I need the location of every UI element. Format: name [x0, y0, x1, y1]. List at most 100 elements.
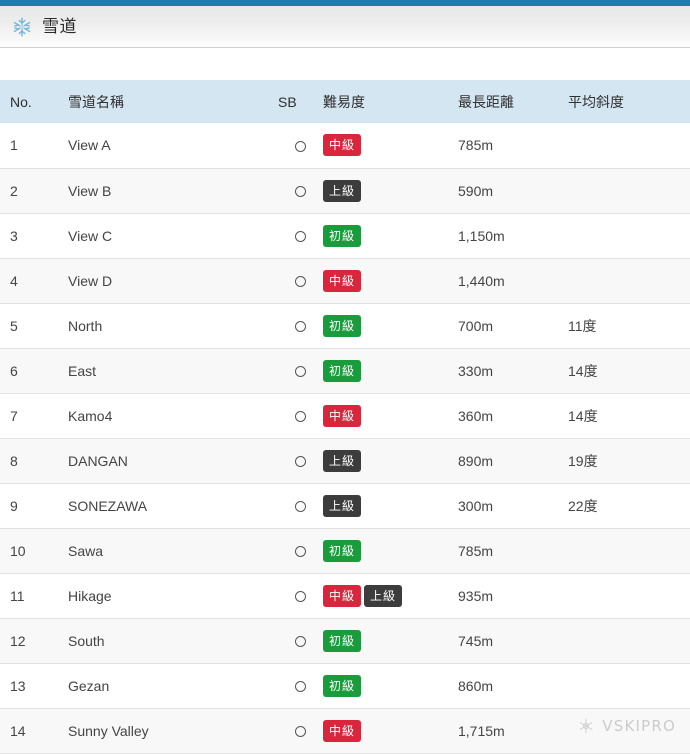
column-header-name: 雪道名稱 [68, 80, 278, 123]
column-header-slope: 平均斜度 [568, 80, 690, 123]
cell-no: 12 [0, 618, 68, 664]
table-row[interactable]: 3 View C 初級 1,150m [0, 213, 690, 259]
cell-average-slope: 14度 [568, 348, 690, 394]
difficulty-badge-group: 初級 [323, 314, 458, 337]
cell-run-name: East [68, 348, 278, 394]
cell-no: 7 [0, 393, 68, 439]
cell-average-slope [568, 123, 690, 169]
cell-max-distance: 700m [458, 303, 568, 349]
table-body: 1 View A 中級 785m 2 View B 上級 590m 3 View C 初級 1,150… [0, 123, 690, 754]
table-row[interactable]: 12 South 初級 745m [0, 618, 690, 664]
cell-run-name: Sawa [68, 528, 278, 574]
cell-max-distance: 1,715m [458, 708, 568, 754]
cell-sb [278, 573, 323, 619]
cell-max-distance: 330m [458, 348, 568, 394]
cell-no: 8 [0, 438, 68, 484]
table-header-row: No. 雪道名稱 SB 難易度 最長距離 平均斜度 [0, 80, 690, 123]
difficulty-badge-group: 初級 [323, 224, 458, 247]
cell-sb [278, 663, 323, 709]
cell-average-slope [568, 258, 690, 304]
circle-icon [295, 141, 306, 153]
cell-run-name: View D [68, 258, 278, 304]
difficulty-badge-beginner: 初級 [323, 539, 361, 562]
circle-icon [295, 546, 306, 558]
table-row[interactable]: 11 Hikage 中級 上級 935m [0, 573, 690, 619]
cell-average-slope [568, 708, 690, 754]
difficulty-badge-intermediate: 中級 [323, 269, 361, 292]
cell-no: 13 [0, 663, 68, 709]
cell-average-slope [568, 213, 690, 259]
circle-icon [295, 591, 306, 603]
difficulty-badge-group: 中級 [323, 719, 458, 742]
cell-average-slope [568, 663, 690, 709]
circle-icon [295, 231, 306, 243]
difficulty-badge-intermediate: 中級 [323, 404, 361, 427]
cell-max-distance: 300m [458, 483, 568, 529]
cell-sb [278, 348, 323, 394]
cell-run-name: Kamo4 [68, 393, 278, 439]
difficulty-badge-group: 中級 [323, 134, 458, 157]
cell-difficulty: 初級 [323, 348, 458, 394]
cell-max-distance: 590m [458, 168, 568, 214]
cell-max-distance: 935m [458, 573, 568, 619]
difficulty-badge-intermediate: 中級 [323, 134, 361, 157]
difficulty-badge-intermediate: 中級 [323, 719, 361, 742]
cell-difficulty: 初級 [323, 618, 458, 664]
cell-no: 10 [0, 528, 68, 574]
table-row[interactable]: 10 Sawa 初級 785m [0, 528, 690, 574]
circle-icon [295, 636, 306, 648]
cell-average-slope [568, 573, 690, 619]
cell-average-slope [568, 168, 690, 214]
cell-max-distance: 1,150m [458, 213, 568, 259]
cell-no: 3 [0, 213, 68, 259]
cell-no: 4 [0, 258, 68, 304]
cell-average-slope: 19度 [568, 438, 690, 484]
cell-max-distance: 785m [458, 123, 568, 169]
cell-difficulty: 初級 [323, 528, 458, 574]
difficulty-badge-group: 初級 [323, 629, 458, 652]
circle-icon [295, 726, 306, 738]
section-header: 雪道 [0, 6, 690, 48]
table-row[interactable]: 4 View D 中級 1,440m [0, 258, 690, 304]
table-row[interactable]: 7 Kamo4 中級 360m 14度 [0, 393, 690, 439]
cell-sb [278, 123, 323, 169]
cell-run-name: Sunny Valley [68, 708, 278, 754]
cell-run-name: DANGAN [68, 438, 278, 484]
cell-max-distance: 1,440m [458, 258, 568, 304]
cell-no: 5 [0, 303, 68, 349]
cell-run-name: SONEZAWA [68, 483, 278, 529]
table-row[interactable]: 8 DANGAN 上級 890m 19度 [0, 438, 690, 484]
snowflake-icon [11, 16, 33, 38]
circle-icon [295, 366, 306, 378]
header-spacer [0, 48, 690, 80]
cell-difficulty: 上級 [323, 438, 458, 484]
cell-max-distance: 785m [458, 528, 568, 574]
table-row[interactable]: 14 Sunny Valley 中級 1,715m [0, 708, 690, 754]
table-row[interactable]: 2 View B 上級 590m [0, 168, 690, 214]
table-row[interactable]: 6 East 初級 330m 14度 [0, 348, 690, 394]
difficulty-badge-advanced: 上級 [364, 584, 402, 607]
cell-sb [278, 303, 323, 349]
difficulty-badge-advanced: 上級 [323, 494, 361, 517]
difficulty-badge-group: 上級 [323, 449, 458, 472]
cell-average-slope [568, 618, 690, 664]
difficulty-badge-intermediate: 中級 [323, 584, 361, 607]
difficulty-badge-group: 中級 [323, 404, 458, 427]
table-row[interactable]: 9 SONEZAWA 上級 300m 22度 [0, 483, 690, 529]
cell-average-slope [568, 528, 690, 574]
cell-difficulty: 上級 [323, 168, 458, 214]
cell-difficulty: 中級 [323, 708, 458, 754]
cell-sb [278, 168, 323, 214]
cell-run-name: View A [68, 123, 278, 169]
cell-average-slope: 22度 [568, 483, 690, 529]
table-row[interactable]: 1 View A 中級 785m [0, 123, 690, 169]
table-row[interactable]: 13 Gezan 初級 860m [0, 663, 690, 709]
difficulty-badge-beginner: 初級 [323, 629, 361, 652]
circle-icon [295, 186, 306, 198]
circle-icon [295, 321, 306, 333]
difficulty-badge-group: 初級 [323, 539, 458, 562]
ski-runs-table: No. 雪道名稱 SB 難易度 最長距離 平均斜度 1 View A 中級 785m 2… [0, 80, 690, 754]
table-row[interactable]: 5 North 初級 700m 11度 [0, 303, 690, 349]
cell-run-name: South [68, 618, 278, 664]
cell-sb [278, 483, 323, 529]
